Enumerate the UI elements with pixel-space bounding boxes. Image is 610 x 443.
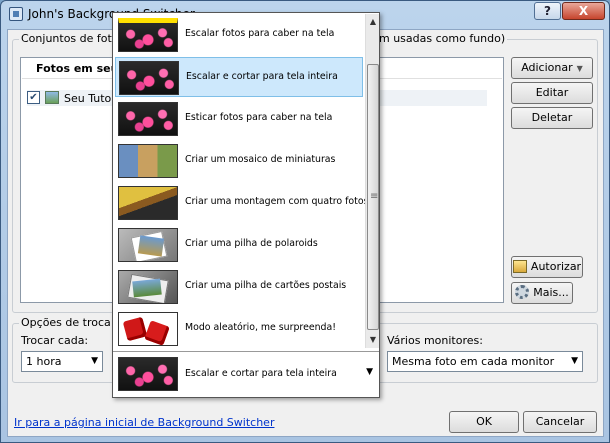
mosaic-thumbnail-icon (118, 144, 178, 178)
chevron-down-icon: ▼ (571, 356, 578, 366)
chevron-down-icon: ▼ (576, 64, 583, 73)
postcard-thumbnail-icon (118, 270, 178, 304)
option-label: Criar uma montagem com quatro fotos (185, 196, 369, 207)
list-header-label: Fotos em seu (36, 62, 119, 75)
chevron-down-icon[interactable]: ▼ (366, 367, 373, 377)
folder-icon (512, 259, 527, 273)
help-button[interactable]: ? (534, 2, 561, 20)
set-enabled-checkbox[interactable]: ✔ (27, 91, 40, 104)
homepage-link[interactable]: Ir para a página inicial de Background S… (14, 416, 274, 429)
montage-thumbnail-icon (118, 186, 178, 220)
dropdown-option-scale-to-fit[interactable]: Escalar fotos para caber na tela (115, 15, 363, 55)
dropdown-option-scale-and-crop[interactable]: Escalar e cortar para tela inteira (115, 57, 363, 97)
option-label: Criar uma pilha de polaroids (185, 238, 318, 249)
dropdown-scrollbar[interactable]: ▲ ▼ (365, 14, 379, 348)
option-label: Criar um mosaico de miniaturas (185, 154, 336, 165)
dropdown-option-postcards[interactable]: Criar uma pilha de cartões postais (115, 267, 363, 307)
display-mode-combobox[interactable]: Escalar e cortar para tela inteira ▼ (113, 351, 379, 397)
multiple-monitors-value: Mesma foto em cada monitor (392, 355, 555, 368)
cancel-button[interactable]: Cancelar (523, 411, 597, 433)
flowers-thumbnail-icon (118, 357, 178, 391)
edit-button[interactable]: Editar (511, 82, 593, 104)
scrollbar-thumb[interactable] (367, 64, 379, 330)
authorize-button[interactable]: Autorizar (511, 256, 583, 278)
dropdown-option-random[interactable]: Modo aleatório, me surpreenda! (115, 309, 363, 349)
app-icon (9, 7, 23, 21)
add-button[interactable]: Adicionar ▼ (511, 57, 593, 79)
selected-mode-label: Escalar e cortar para tela inteira (185, 368, 337, 379)
change-every-select[interactable]: 1 hora ▼ (21, 351, 103, 372)
dropdown-option-stretch[interactable]: Esticar fotos para caber na tela (115, 99, 363, 139)
dice-thumbnail-icon (118, 312, 178, 346)
multiple-monitors-label: Vários monitores: (387, 334, 483, 347)
delete-button[interactable]: Deletar (511, 107, 593, 129)
option-label: Escalar fotos para caber na tela (185, 28, 335, 39)
dropdown-option-mosaic[interactable]: Criar um mosaico de miniaturas (115, 141, 363, 181)
ok-button[interactable]: OK (449, 411, 519, 433)
add-button-label: Adicionar (521, 61, 573, 74)
flowers-thumbnail-icon (118, 18, 178, 52)
main-window: John's Background Switcher ? X Conjuntos… (0, 0, 610, 443)
dropdown-option-polaroids[interactable]: Criar uma pilha de polaroids (115, 225, 363, 265)
authorize-button-label: Autorizar (530, 260, 582, 273)
more-button-label: Mais... (533, 286, 569, 299)
close-button[interactable]: X (562, 2, 605, 20)
multiple-monitors-select[interactable]: Mesma foto em cada monitor ▼ (387, 351, 583, 372)
option-label: Modo aleatório, me surpreenda! (185, 322, 337, 333)
change-every-value: 1 hora (26, 355, 62, 368)
chevron-down-icon: ▼ (91, 356, 98, 366)
change-options-group-label: Opções de troca (19, 316, 113, 329)
option-label: Criar uma pilha de cartões postais (185, 280, 347, 291)
flowers-thumbnail-icon (118, 102, 178, 136)
scroll-down-arrow-icon[interactable]: ▼ (366, 332, 380, 348)
photo-sets-group-label-tail: m usadas como fundo) (377, 32, 508, 45)
dropdown-option-montage[interactable]: Criar uma montagem com quatro fotos (115, 183, 368, 223)
gear-icon (515, 285, 530, 299)
picture-icon (45, 91, 59, 104)
scroll-up-arrow-icon[interactable]: ▲ (366, 14, 380, 30)
option-label: Escalar e cortar para tela inteira (186, 71, 338, 82)
change-every-label: Trocar cada: (21, 334, 89, 347)
more-button[interactable]: Mais... (511, 282, 573, 304)
flowers-thumbnail-icon (119, 61, 179, 95)
option-label: Esticar fotos para caber na tela (185, 112, 333, 123)
display-mode-dropdown-list[interactable]: Escalar fotos para caber na tela Escalar… (112, 12, 380, 398)
polaroid-thumbnail-icon (118, 228, 178, 262)
